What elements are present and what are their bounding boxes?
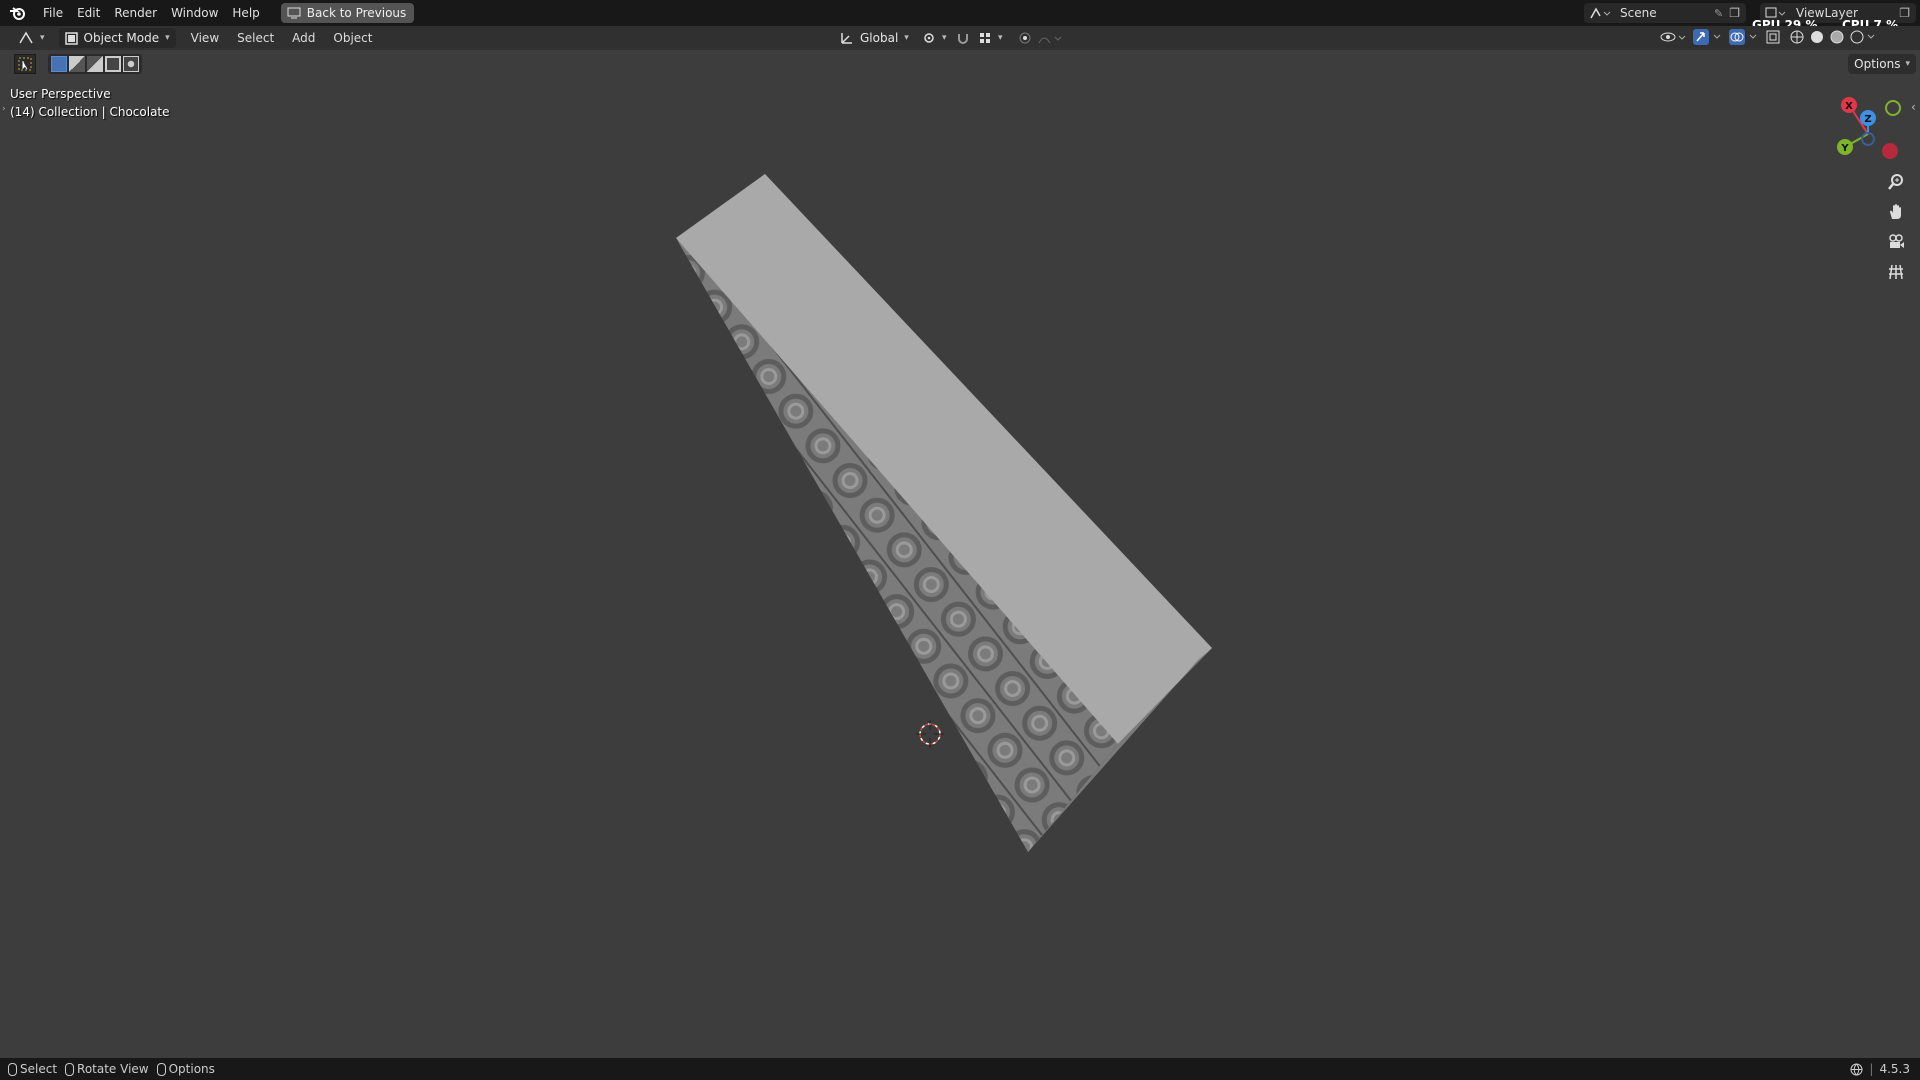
status-bar: Select Rotate View Options | 4.5.3: [0, 1058, 1920, 1080]
zoom-icon[interactable]: [1882, 168, 1910, 196]
status-rotate-hint: Rotate View: [65, 1062, 149, 1076]
status-options-label: Options: [168, 1062, 215, 1076]
ortho-grid-icon[interactable]: [1882, 258, 1910, 286]
sidebar-toggle-icon[interactable]: ‹: [1911, 100, 1916, 114]
status-rotate-label: Rotate View: [77, 1062, 149, 1076]
camera-icon[interactable]: [1882, 228, 1910, 256]
gizmo-neg-y-icon[interactable]: [1885, 100, 1901, 116]
status-select-hint: Select: [8, 1062, 57, 1076]
3d-cursor-icon[interactable]: [916, 720, 944, 748]
status-select-label: Select: [20, 1062, 58, 1076]
gizmo-neg-x-icon[interactable]: [1882, 143, 1898, 159]
version-label: 4.5.3: [1879, 1062, 1910, 1076]
status-options-hint: Options: [156, 1062, 215, 1076]
pan-icon[interactable]: [1882, 198, 1910, 226]
mouse-left-icon: [8, 1062, 17, 1076]
mouse-right-icon: [156, 1062, 166, 1076]
navigation-gizmo[interactable]: X Z Y: [1830, 92, 1910, 172]
viewport-3d-scene[interactable]: [0, 0, 1920, 1080]
gizmo-y-label: Y: [1840, 143, 1849, 154]
gizmo-x-label: X: [1845, 101, 1853, 112]
version-info: | 4.5.3: [1850, 1058, 1910, 1080]
gizmo-z-label: Z: [1864, 114, 1871, 125]
globe-icon: [1850, 1063, 1863, 1075]
mouse-middle-icon: [65, 1062, 75, 1076]
